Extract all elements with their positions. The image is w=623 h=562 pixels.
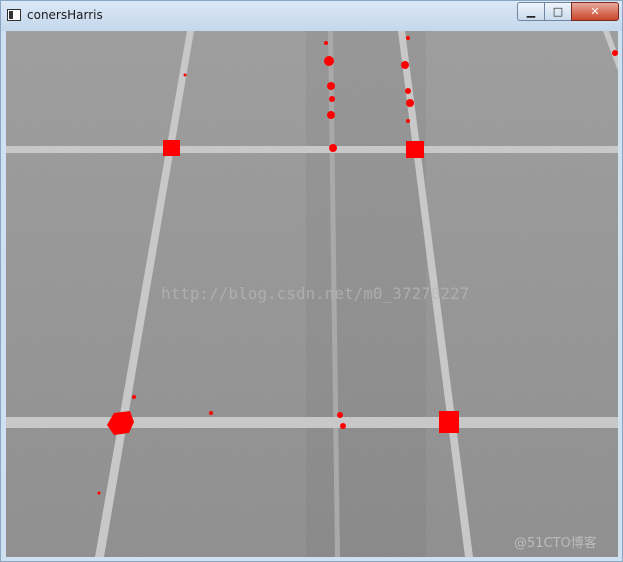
- image-canvas: http://blog.csdn.net/m0_37278227 @51CTO博…: [6, 31, 618, 557]
- corner-marker: [406, 36, 410, 40]
- corner-marker: [329, 144, 337, 152]
- corner-marker: [183, 73, 187, 77]
- corner-marker: [327, 111, 335, 119]
- watermark-center: http://blog.csdn.net/m0_37278227: [161, 284, 469, 303]
- corner-marker: [406, 141, 424, 158]
- corner-marker: [406, 119, 410, 123]
- corner-marker: [337, 412, 343, 418]
- corner-marker: [97, 491, 101, 495]
- minimize-button[interactable]: ▁: [517, 2, 544, 21]
- corner-marker: [163, 140, 180, 156]
- window-title: conersHarris: [27, 8, 103, 22]
- corner-marker: [327, 82, 335, 90]
- watermark-corner: @51CTO博客: [514, 535, 597, 551]
- app-window: conersHarris ▁ □ ✕ http://blog.csdn.net/…: [0, 0, 623, 562]
- harris-corners-image: http://blog.csdn.net/m0_37278227 @51CTO博…: [6, 31, 618, 557]
- corner-marker: [612, 50, 618, 56]
- close-button[interactable]: ✕: [571, 2, 619, 21]
- corner-marker: [132, 395, 136, 399]
- corner-marker: [439, 411, 459, 433]
- corner-marker: [324, 41, 328, 45]
- corner-marker: [209, 411, 213, 415]
- line-horizontal-top: [6, 146, 618, 153]
- window-icon: [7, 9, 21, 21]
- corner-marker: [401, 61, 409, 69]
- corner-marker: [329, 96, 335, 102]
- title-bar[interactable]: conersHarris ▁ □ ✕: [1, 1, 622, 31]
- corner-marker: [340, 423, 346, 429]
- corner-marker: [324, 56, 334, 66]
- corner-marker: [406, 99, 414, 107]
- maximize-button[interactable]: □: [544, 2, 571, 21]
- line-horizontal-bottom: [6, 417, 618, 428]
- corner-marker: [405, 88, 411, 94]
